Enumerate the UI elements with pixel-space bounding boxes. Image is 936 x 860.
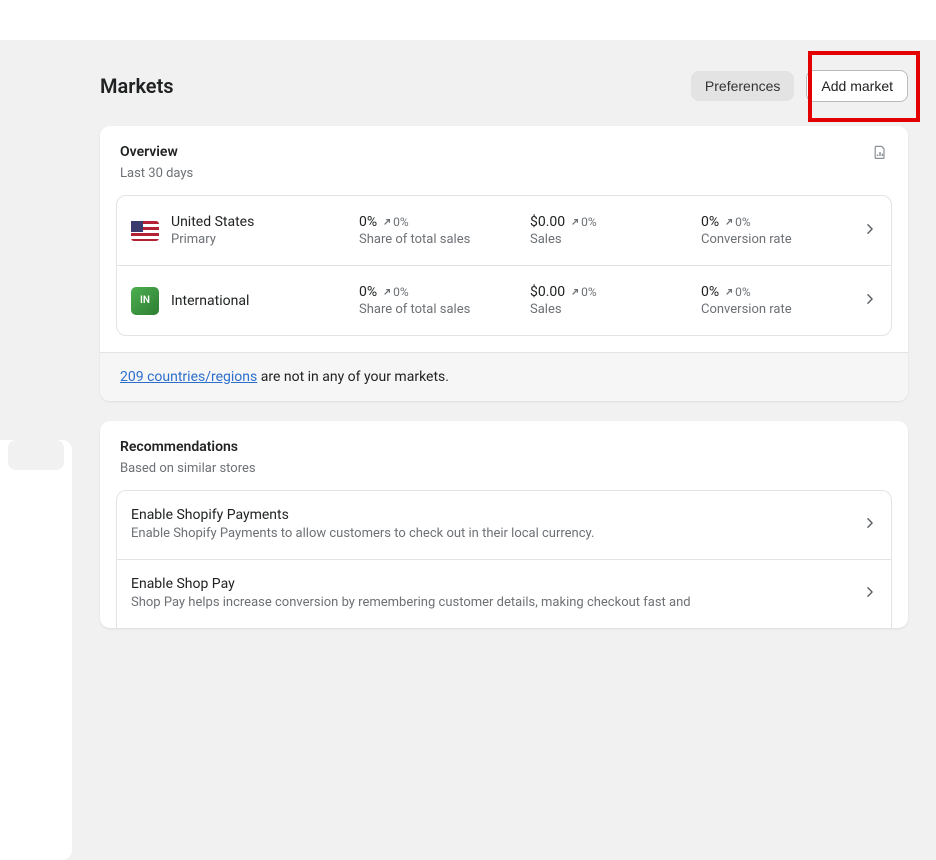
rec-desc: Enable Shopify Payments to allow custome… <box>131 525 594 543</box>
sales-label: Sales <box>530 302 689 317</box>
share-value: 0% <box>359 284 377 300</box>
add-market-button[interactable]: Add market <box>806 70 908 102</box>
report-icon[interactable] <box>872 144 888 164</box>
sales-change: 0% <box>571 215 597 229</box>
conv-label: Conversion rate <box>701 302 851 317</box>
rec-title: Enable Shopify Payments <box>131 507 594 523</box>
share-change: 0% <box>383 285 409 299</box>
sales-change: 0% <box>571 285 597 299</box>
overview-footer: 209 countries/regions are not in any of … <box>100 352 908 401</box>
conv-change: 0% <box>725 215 751 229</box>
flag-international-icon: IN <box>131 287 159 315</box>
recommendations-card: Recommendations Based on similar stores … <box>100 421 908 628</box>
market-row-international[interactable]: IN International 0% 0% Share of total sa <box>117 265 891 335</box>
market-sub: Primary <box>171 232 347 247</box>
page-title: Markets <box>100 74 174 98</box>
footer-suffix: are not in any of your markets. <box>257 369 449 385</box>
chevron-right-icon <box>863 292 877 310</box>
chevron-right-icon <box>863 585 877 603</box>
share-value: 0% <box>359 214 377 230</box>
sidebar <box>0 440 72 860</box>
arrow-up-right-icon <box>571 218 579 226</box>
overview-card: Overview Last 30 days United States <box>100 126 908 401</box>
arrow-up-right-icon <box>571 288 579 296</box>
conv-value: 0% <box>701 284 719 300</box>
chevron-right-icon <box>863 222 877 240</box>
conv-label: Conversion rate <box>701 232 851 247</box>
rec-title: Enable Shop Pay <box>131 576 691 592</box>
recommendations-subtitle: Based on similar stores <box>120 461 256 476</box>
conv-change: 0% <box>725 285 751 299</box>
page-header: Markets Preferences Add market <box>100 70 908 102</box>
market-name: International <box>171 293 347 309</box>
countries-link[interactable]: 209 countries/regions <box>120 369 257 385</box>
share-label: Share of total sales <box>359 232 518 247</box>
recommendations-title: Recommendations <box>120 439 256 455</box>
chevron-right-icon <box>863 516 877 534</box>
conv-value: 0% <box>701 214 719 230</box>
sales-value: $0.00 <box>530 284 565 300</box>
arrow-up-right-icon <box>725 288 733 296</box>
arrow-up-right-icon <box>383 218 391 226</box>
market-name: United States <box>171 214 347 230</box>
sales-value: $0.00 <box>530 214 565 230</box>
preferences-button[interactable]: Preferences <box>691 71 794 101</box>
recommendation-row[interactable]: Enable Shop Pay Shop Pay helps increase … <box>117 559 891 628</box>
rec-desc: Shop Pay helps increase conversion by re… <box>131 594 691 612</box>
sidebar-item[interactable] <box>8 440 64 470</box>
arrow-up-right-icon <box>725 218 733 226</box>
flag-us-icon <box>131 221 159 241</box>
share-change: 0% <box>383 215 409 229</box>
sales-label: Sales <box>530 232 689 247</box>
market-row-us[interactable]: United States Primary 0% 0% Share of tot… <box>117 196 891 265</box>
arrow-up-right-icon <box>383 288 391 296</box>
overview-subtitle: Last 30 days <box>120 166 193 181</box>
overview-title: Overview <box>120 144 193 160</box>
recommendation-row[interactable]: Enable Shopify Payments Enable Shopify P… <box>117 491 891 559</box>
share-label: Share of total sales <box>359 302 518 317</box>
